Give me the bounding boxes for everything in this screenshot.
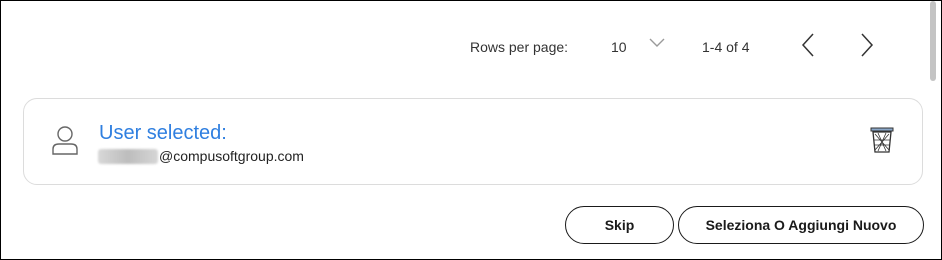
pagination-bar: Rows per page: 10 1-4 of 4	[1, 31, 941, 65]
skip-button[interactable]: Skip	[565, 206, 674, 244]
previous-page-button[interactable]	[793, 32, 823, 62]
next-page-button[interactable]	[852, 32, 882, 62]
dialog-frame: Rows per page: 10 1-4 of 4 User selected…	[0, 0, 942, 260]
rows-per-page-label: Rows per page:	[470, 39, 569, 55]
chevron-left-icon	[801, 32, 815, 62]
select-or-add-new-button[interactable]: Seleziona O Aggiungi Nuovo	[678, 206, 924, 244]
rows-per-page-value: 10	[611, 39, 627, 55]
pagination-range: 1-4 of 4	[702, 39, 750, 55]
rows-per-page-select[interactable]: 10	[601, 31, 681, 65]
trash-icon[interactable]	[870, 126, 894, 159]
redacted-email-local-part	[98, 148, 158, 164]
user-email: @compusoftgroup.com	[98, 148, 304, 164]
scrollbar-thumb[interactable]	[930, 1, 936, 81]
user-icon	[51, 125, 79, 160]
selected-user-card: User selected: @compusoftgroup.com	[23, 98, 923, 185]
vertical-scrollbar[interactable]	[927, 1, 939, 259]
user-selected-title: User selected:	[99, 122, 227, 144]
chevron-down-icon	[649, 35, 665, 53]
chevron-right-icon	[860, 32, 874, 62]
email-domain: @compusoftgroup.com	[159, 148, 304, 164]
